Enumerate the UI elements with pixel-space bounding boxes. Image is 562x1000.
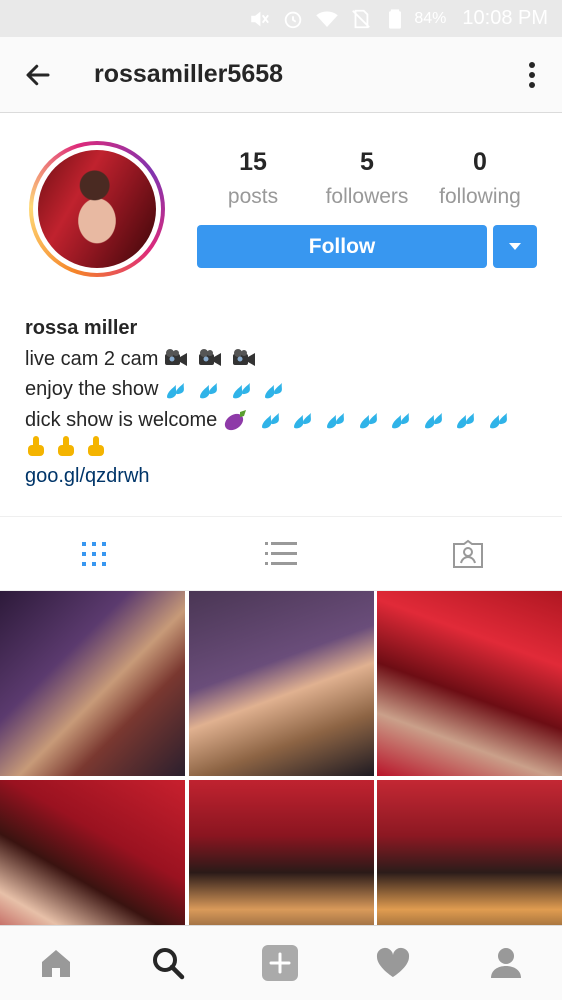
grid-view-icon[interactable] xyxy=(0,517,187,591)
stat-followers[interactable]: 5 followers xyxy=(310,148,424,209)
status-clock: 10:08 PM xyxy=(462,7,548,29)
more-vertical-icon[interactable] xyxy=(512,55,552,95)
video-camera-icon xyxy=(165,349,188,367)
bottom-navigation xyxy=(0,925,562,1000)
wifi-icon xyxy=(314,6,340,32)
alarm-icon xyxy=(280,6,306,32)
caret-down-icon xyxy=(509,242,521,250)
bio-link[interactable]: goo.gl/qzdrwh xyxy=(25,461,545,492)
battery-icon xyxy=(382,6,408,32)
profile-username-title: rossamiller5658 xyxy=(94,60,284,88)
stat-following-label: following xyxy=(439,185,521,208)
stat-following[interactable]: 0 following xyxy=(423,148,537,209)
sweat-droplets-icon xyxy=(294,413,312,429)
bio-name: rossa miller xyxy=(25,317,138,339)
sweat-droplets-icon xyxy=(457,413,475,429)
add-post-icon[interactable] xyxy=(224,926,336,1000)
bio-line-2-text: enjoy the show xyxy=(25,378,159,400)
line-3-emoji-group xyxy=(223,405,514,436)
pointing-down-icon xyxy=(58,436,74,456)
sweat-droplets-icon xyxy=(265,382,283,399)
back-arrow-icon[interactable] xyxy=(18,55,58,95)
sweat-droplets-icon xyxy=(232,382,250,399)
sweat-droplets-icon xyxy=(489,413,507,429)
pointing-down-icon xyxy=(88,436,104,456)
sweat-droplets-icon xyxy=(167,382,185,399)
stat-followers-count: 5 xyxy=(360,148,374,176)
status-bar: 84% 10:08 PM xyxy=(0,0,562,37)
avatar[interactable] xyxy=(29,141,165,277)
bio-line-3-text: dick show is welcome xyxy=(25,408,218,431)
video-camera-emoji-group xyxy=(164,344,259,375)
search-icon[interactable] xyxy=(112,926,224,1000)
activity-heart-icon[interactable] xyxy=(337,926,449,1000)
sweat-droplets-icon xyxy=(199,382,217,399)
profile-bio: rossa miller live cam 2 cam enjoy the sh… xyxy=(25,313,545,492)
sweat-droplets-icon xyxy=(392,413,410,429)
video-camera-icon xyxy=(232,349,255,367)
video-camera-icon xyxy=(198,349,221,367)
sweat-droplets-icon xyxy=(326,413,344,429)
follow-button[interactable]: Follow xyxy=(197,225,487,268)
sweat-droplets-emoji-group xyxy=(164,374,289,405)
suggested-dropdown-button[interactable] xyxy=(493,225,537,268)
profile-stats: 15 posts 5 followers 0 following xyxy=(196,148,538,218)
battery-percent: 84% xyxy=(414,9,447,27)
avatar-border xyxy=(33,145,161,273)
list-view-icon[interactable] xyxy=(187,517,374,591)
no-sim-icon xyxy=(348,6,374,32)
bio-line-3: dick show is welcome xyxy=(25,405,545,436)
bio-line-1: live cam 2 cam xyxy=(25,344,545,375)
profile-icon[interactable] xyxy=(450,926,562,1000)
stat-followers-label: followers xyxy=(325,185,409,208)
stat-posts-count: 15 xyxy=(239,148,267,176)
mute-icon xyxy=(246,6,272,32)
bio-line-1-text: live cam 2 cam xyxy=(25,347,159,370)
profile-view-tabs xyxy=(0,516,562,591)
stat-following-count: 0 xyxy=(473,148,487,176)
sweat-droplets-icon xyxy=(424,413,442,429)
pointing-down-icon xyxy=(28,436,44,456)
tagged-photos-icon[interactable] xyxy=(374,517,561,591)
eggplant-icon xyxy=(225,410,247,431)
stat-posts-label: posts xyxy=(227,185,279,208)
stat-posts[interactable]: 15 posts xyxy=(196,148,310,209)
avatar-photo xyxy=(38,150,156,268)
app-bar: rossamiller5658 xyxy=(0,37,562,113)
bio-line-2: enjoy the show xyxy=(25,374,545,405)
bio-line-4 xyxy=(25,435,545,461)
home-icon[interactable] xyxy=(0,926,112,1000)
post-thumbnail[interactable] xyxy=(189,591,374,776)
sweat-droplets-icon xyxy=(261,413,279,429)
sweat-droplets-icon xyxy=(359,413,377,429)
post-thumbnail[interactable] xyxy=(0,591,185,776)
post-thumbnail[interactable] xyxy=(377,591,562,776)
